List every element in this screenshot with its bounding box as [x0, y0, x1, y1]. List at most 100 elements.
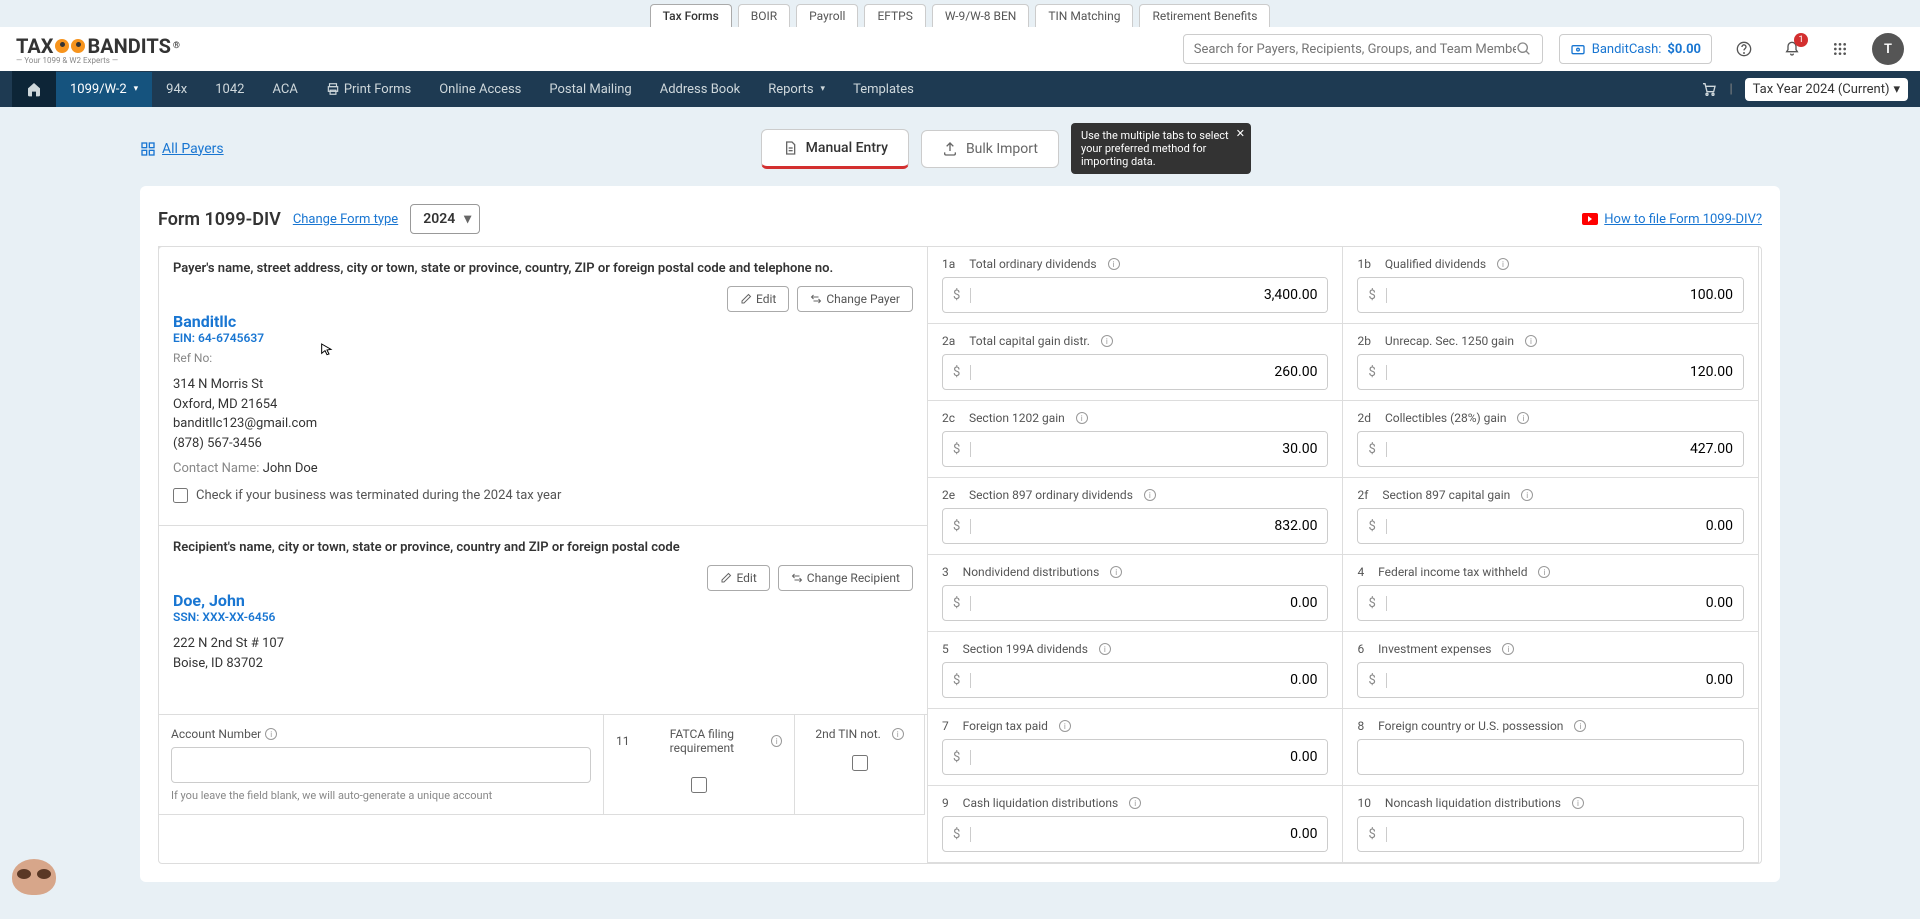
field-1a-input[interactable] [971, 278, 1327, 312]
top-tab-payroll[interactable]: Payroll [796, 4, 858, 27]
nav-online-access[interactable]: Online Access [425, 72, 535, 107]
nav-templates[interactable]: Templates [839, 72, 928, 107]
apps-icon [1832, 41, 1848, 57]
info-icon[interactable]: i [1101, 335, 1113, 347]
field-2c-input[interactable] [971, 432, 1327, 466]
nav-1042[interactable]: 1042 [201, 72, 258, 107]
doc-icon [782, 140, 798, 156]
recipient-addr2: Boise, ID 83702 [173, 654, 913, 674]
search-input-wrap[interactable] [1183, 34, 1543, 64]
info-icon[interactable]: i [1502, 643, 1514, 655]
change-recipient-button[interactable]: Change Recipient [778, 565, 913, 591]
nav-address-book[interactable]: Address Book [646, 72, 754, 107]
bandit-cash[interactable]: BanditCash:$0.00 [1559, 34, 1712, 64]
tax-year-select[interactable]: Tax Year 2024 (Current) ▾ [1745, 78, 1908, 101]
top-tab-w-9-w-8-ben[interactable]: W-9/W-8 BEN [932, 4, 1030, 27]
payer-addr2: Oxford, MD 21654 [173, 395, 913, 415]
field-3-input[interactable] [971, 586, 1327, 620]
nav-print-forms[interactable]: Print Forms [312, 72, 425, 107]
field-2b-input[interactable] [1387, 355, 1743, 389]
info-icon[interactable]: i [1076, 412, 1088, 424]
field-2b: 2b Unrecap. Sec. 1250 gain i$ [1342, 323, 1759, 401]
field-7: 7 Foreign tax paid i$ [927, 708, 1344, 786]
field-10-input[interactable] [1387, 817, 1743, 851]
field-2e-input[interactable] [971, 509, 1327, 543]
field-1b: 1b Qualified dividends i$ [1342, 246, 1759, 324]
cash-icon [1570, 41, 1586, 57]
field-2a-input[interactable] [971, 355, 1327, 389]
info-icon[interactable]: i [1521, 489, 1533, 501]
field-9: 9 Cash liquidation distributions i$ [927, 785, 1344, 863]
change-payer-button[interactable]: Change Payer [797, 286, 913, 312]
avatar[interactable]: T [1872, 33, 1904, 65]
payer-ref: Ref No: [173, 351, 913, 365]
field-7-input[interactable] [971, 740, 1327, 774]
change-form-type-link[interactable]: Change Form type [293, 212, 398, 227]
field-8: 8 Foreign country or U.S. possession i [1342, 708, 1759, 786]
info-icon[interactable]: i [1099, 643, 1111, 655]
info-icon[interactable]: i [1574, 720, 1586, 732]
terminated-checkbox[interactable] [173, 488, 188, 503]
payer-email: banditllc123@gmail.com [173, 414, 913, 434]
manual-entry-tab[interactable]: Manual Entry [761, 129, 909, 169]
top-tab-eftps[interactable]: EFTPS [864, 4, 925, 27]
field-6-input[interactable] [1387, 663, 1743, 697]
payer-addr1: 314 N Morris St [173, 375, 913, 395]
all-payers-link[interactable]: All Payers [140, 141, 224, 157]
top-tab-boir[interactable]: BOIR [738, 4, 790, 27]
field-2d-input[interactable] [1387, 432, 1743, 466]
field-8-input[interactable] [1357, 739, 1744, 775]
top-tab-tax-forms[interactable]: Tax Forms [650, 4, 732, 27]
nav-aca[interactable]: ACA [258, 72, 311, 107]
swap-icon [791, 572, 803, 584]
top-tab-retirement-benefits[interactable]: Retirement Benefits [1139, 4, 1270, 27]
how-to-file-link[interactable]: How to file Form 1099-DIV? [1582, 212, 1762, 227]
top-tab-tin-matching[interactable]: TIN Matching [1035, 4, 1133, 27]
second-tin-checkbox[interactable] [852, 755, 868, 771]
logo[interactable]: TAX BANDITS® — Your 1099 & W2 Experts — [16, 34, 180, 65]
payer-section-title: Payer's name, street address, city or to… [173, 261, 913, 276]
form-year-select[interactable]: 2024 [410, 204, 480, 234]
info-icon[interactable]: i [1144, 489, 1156, 501]
field-2c: 2c Section 1202 gain i$ [927, 400, 1344, 478]
info-icon[interactable]: i [265, 728, 277, 740]
info-icon[interactable]: i [771, 735, 782, 747]
field-5-input[interactable] [971, 663, 1327, 697]
info-icon[interactable]: i [1525, 335, 1537, 347]
help-button[interactable] [1728, 33, 1760, 65]
info-icon[interactable]: i [1497, 258, 1509, 270]
nav-1099-w-2[interactable]: 1099/W-2 [56, 72, 152, 107]
info-icon[interactable]: i [1129, 797, 1141, 809]
tooltip-close[interactable]: ✕ [1236, 127, 1245, 140]
nav-home[interactable] [12, 71, 56, 107]
info-icon[interactable]: i [1538, 566, 1550, 578]
info-icon[interactable]: i [1108, 258, 1120, 270]
field-2a: 2a Total capital gain distr. i$ [927, 323, 1344, 401]
info-icon[interactable]: i [1059, 720, 1071, 732]
bulk-import-tab[interactable]: Bulk Import [921, 130, 1059, 168]
cart-icon[interactable] [1701, 81, 1717, 97]
apps-button[interactable] [1824, 33, 1856, 65]
info-icon[interactable]: i [1517, 412, 1529, 424]
field-9-input[interactable] [971, 817, 1327, 851]
fatca-checkbox[interactable] [691, 777, 707, 793]
search-input[interactable] [1194, 42, 1516, 57]
payer-phone: (878) 567-3456 [173, 434, 913, 454]
nav-postal-mailing[interactable]: Postal Mailing [535, 72, 645, 107]
info-icon[interactable]: i [1110, 566, 1122, 578]
edit-payer-button[interactable]: Edit [727, 286, 789, 312]
swap-icon [810, 293, 822, 305]
info-icon[interactable]: i [892, 728, 904, 740]
field-10: 10 Noncash liquidation distributions i$ [1342, 785, 1759, 863]
edit-recipient-button[interactable]: Edit [707, 565, 769, 591]
field-1b-input[interactable] [1387, 278, 1743, 312]
notifications-button[interactable]: 1 [1776, 33, 1808, 65]
info-icon[interactable]: i [1572, 797, 1584, 809]
account-number-input[interactable] [171, 747, 591, 783]
field-2f-input[interactable] [1387, 509, 1743, 543]
grid-icon [140, 141, 156, 157]
nav-94x[interactable]: 94x [152, 72, 201, 107]
nav-reports[interactable]: Reports [754, 72, 839, 107]
mascot-icon[interactable] [12, 859, 60, 907]
field-4-input[interactable] [1387, 586, 1743, 620]
